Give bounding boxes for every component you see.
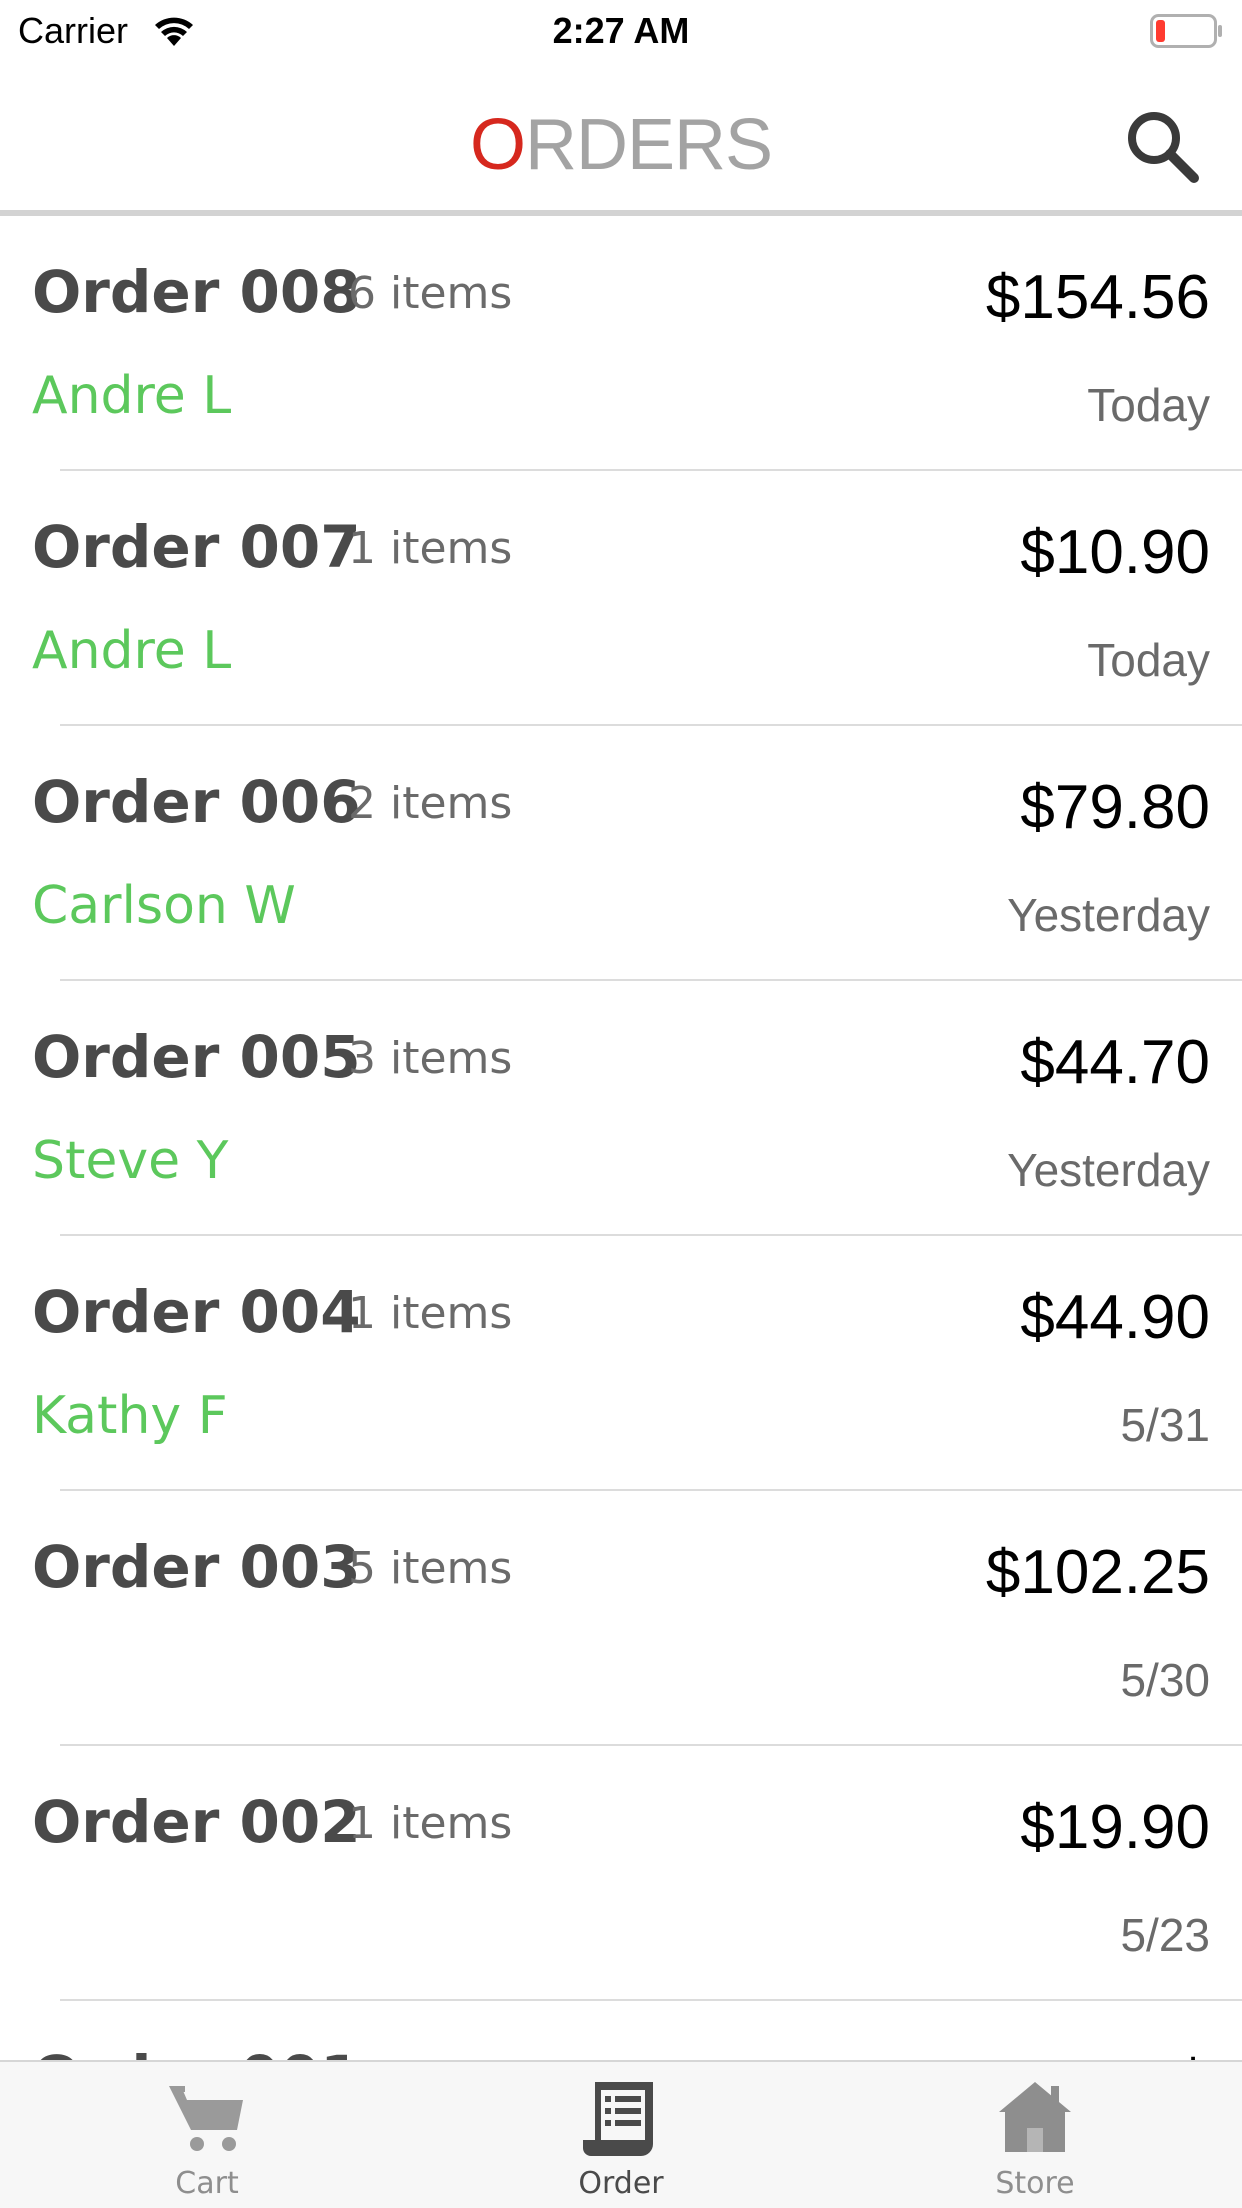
order-item-count: 1 items [348, 523, 513, 574]
order-list[interactable]: Order 008 6 items $154.56 Andre L Today … [0, 216, 1242, 2060]
order-date: Yesterday [1007, 1144, 1210, 1196]
order-amount: $154.56 [985, 263, 1210, 332]
order-item-count: 3 items [348, 1033, 513, 1084]
order-customer: Carlson W [32, 876, 296, 936]
orders-screen: Carrier 2:27 AM ORDERS Order 008 6 items… [0, 0, 1242, 2208]
order-title: Order 006 [32, 768, 361, 836]
order-customer: Kathy F [32, 1386, 228, 1446]
order-title: Order 007 [32, 513, 361, 581]
order-row[interactable]: Order 005 3 items $44.70 Steve Y Yesterd… [0, 981, 1242, 1236]
order-amount: $10.90 [1020, 518, 1210, 587]
order-title: Order 008 [32, 258, 361, 326]
order-date: 5/23 [1120, 1909, 1210, 1961]
order-amount: $79.80 [1020, 773, 1210, 842]
tab-cart[interactable]: Cart [0, 2062, 414, 2208]
order-title: Order 004 [32, 1278, 361, 1346]
order-amount: $19.90 [1020, 1793, 1210, 1862]
order-customer: Andre L [32, 366, 232, 426]
order-item-count: 1 items [348, 1798, 513, 1849]
order-item-count: 6 items [348, 268, 513, 319]
search-icon[interactable] [1120, 104, 1204, 188]
order-amount: $ [1176, 2047, 1210, 2060]
order-date: 5/31 [1120, 1399, 1210, 1451]
order-title: Order 001 [32, 2043, 361, 2060]
page-title-initial: O [469, 105, 526, 185]
order-title: Order 002 [32, 1788, 361, 1856]
order-item-count: 1 items [348, 1288, 513, 1339]
order-date: Yesterday [1007, 889, 1210, 941]
order-row[interactable]: Order 001 $ [0, 2001, 1242, 2060]
order-row[interactable]: Order 004 1 items $44.90 Kathy F 5/31 [0, 1236, 1242, 1491]
order-title: Order 005 [32, 1023, 361, 1091]
order-date: Today [1087, 379, 1210, 431]
order-amount: $44.70 [1020, 1028, 1210, 1097]
order-row[interactable]: Order 003 5 items $102.25 5/30 [0, 1491, 1242, 1746]
order-row[interactable]: Order 007 1 items $10.90 Andre L Today [0, 471, 1242, 726]
page-title-rest: RDERS [524, 105, 773, 185]
nav-bar: ORDERS [0, 60, 1242, 210]
house-icon [999, 2082, 1071, 2152]
tab-store[interactable]: Store [828, 2062, 1242, 2208]
order-row[interactable]: Order 002 1 items $19.90 5/23 [0, 1746, 1242, 2001]
order-row[interactable]: Order 008 6 items $154.56 Andre L Today [0, 216, 1242, 471]
tab-cart-label: Cart [175, 2166, 239, 2201]
order-customer: Steve Y [32, 1131, 229, 1191]
order-item-count: 2 items [348, 778, 513, 829]
order-item-count: 5 items [348, 1543, 513, 1594]
tab-store-label: Store [995, 2166, 1075, 2201]
tab-bar: Cart Order Store [0, 2060, 1242, 2208]
clock-label: 2:27 AM [552, 10, 690, 51]
order-row[interactable]: Order 006 2 items $79.80 Carlson W Yeste… [0, 726, 1242, 981]
status-bar: Carrier 2:27 AM [0, 0, 1242, 60]
order-title: Order 003 [32, 1533, 361, 1601]
order-amount: $44.90 [1020, 1283, 1210, 1352]
tab-order-label: Order [578, 2166, 664, 2201]
tab-order[interactable]: Order [414, 2062, 828, 2208]
order-date: 5/30 [1120, 1654, 1210, 1706]
battery-icon [1150, 14, 1222, 48]
order-amount: $102.25 [985, 1538, 1210, 1607]
order-customer: Andre L [32, 621, 232, 681]
page-title: ORDERS [0, 104, 1242, 186]
receipt-icon [583, 2082, 653, 2156]
cart-icon [169, 2086, 243, 2151]
order-date: Today [1087, 634, 1210, 686]
